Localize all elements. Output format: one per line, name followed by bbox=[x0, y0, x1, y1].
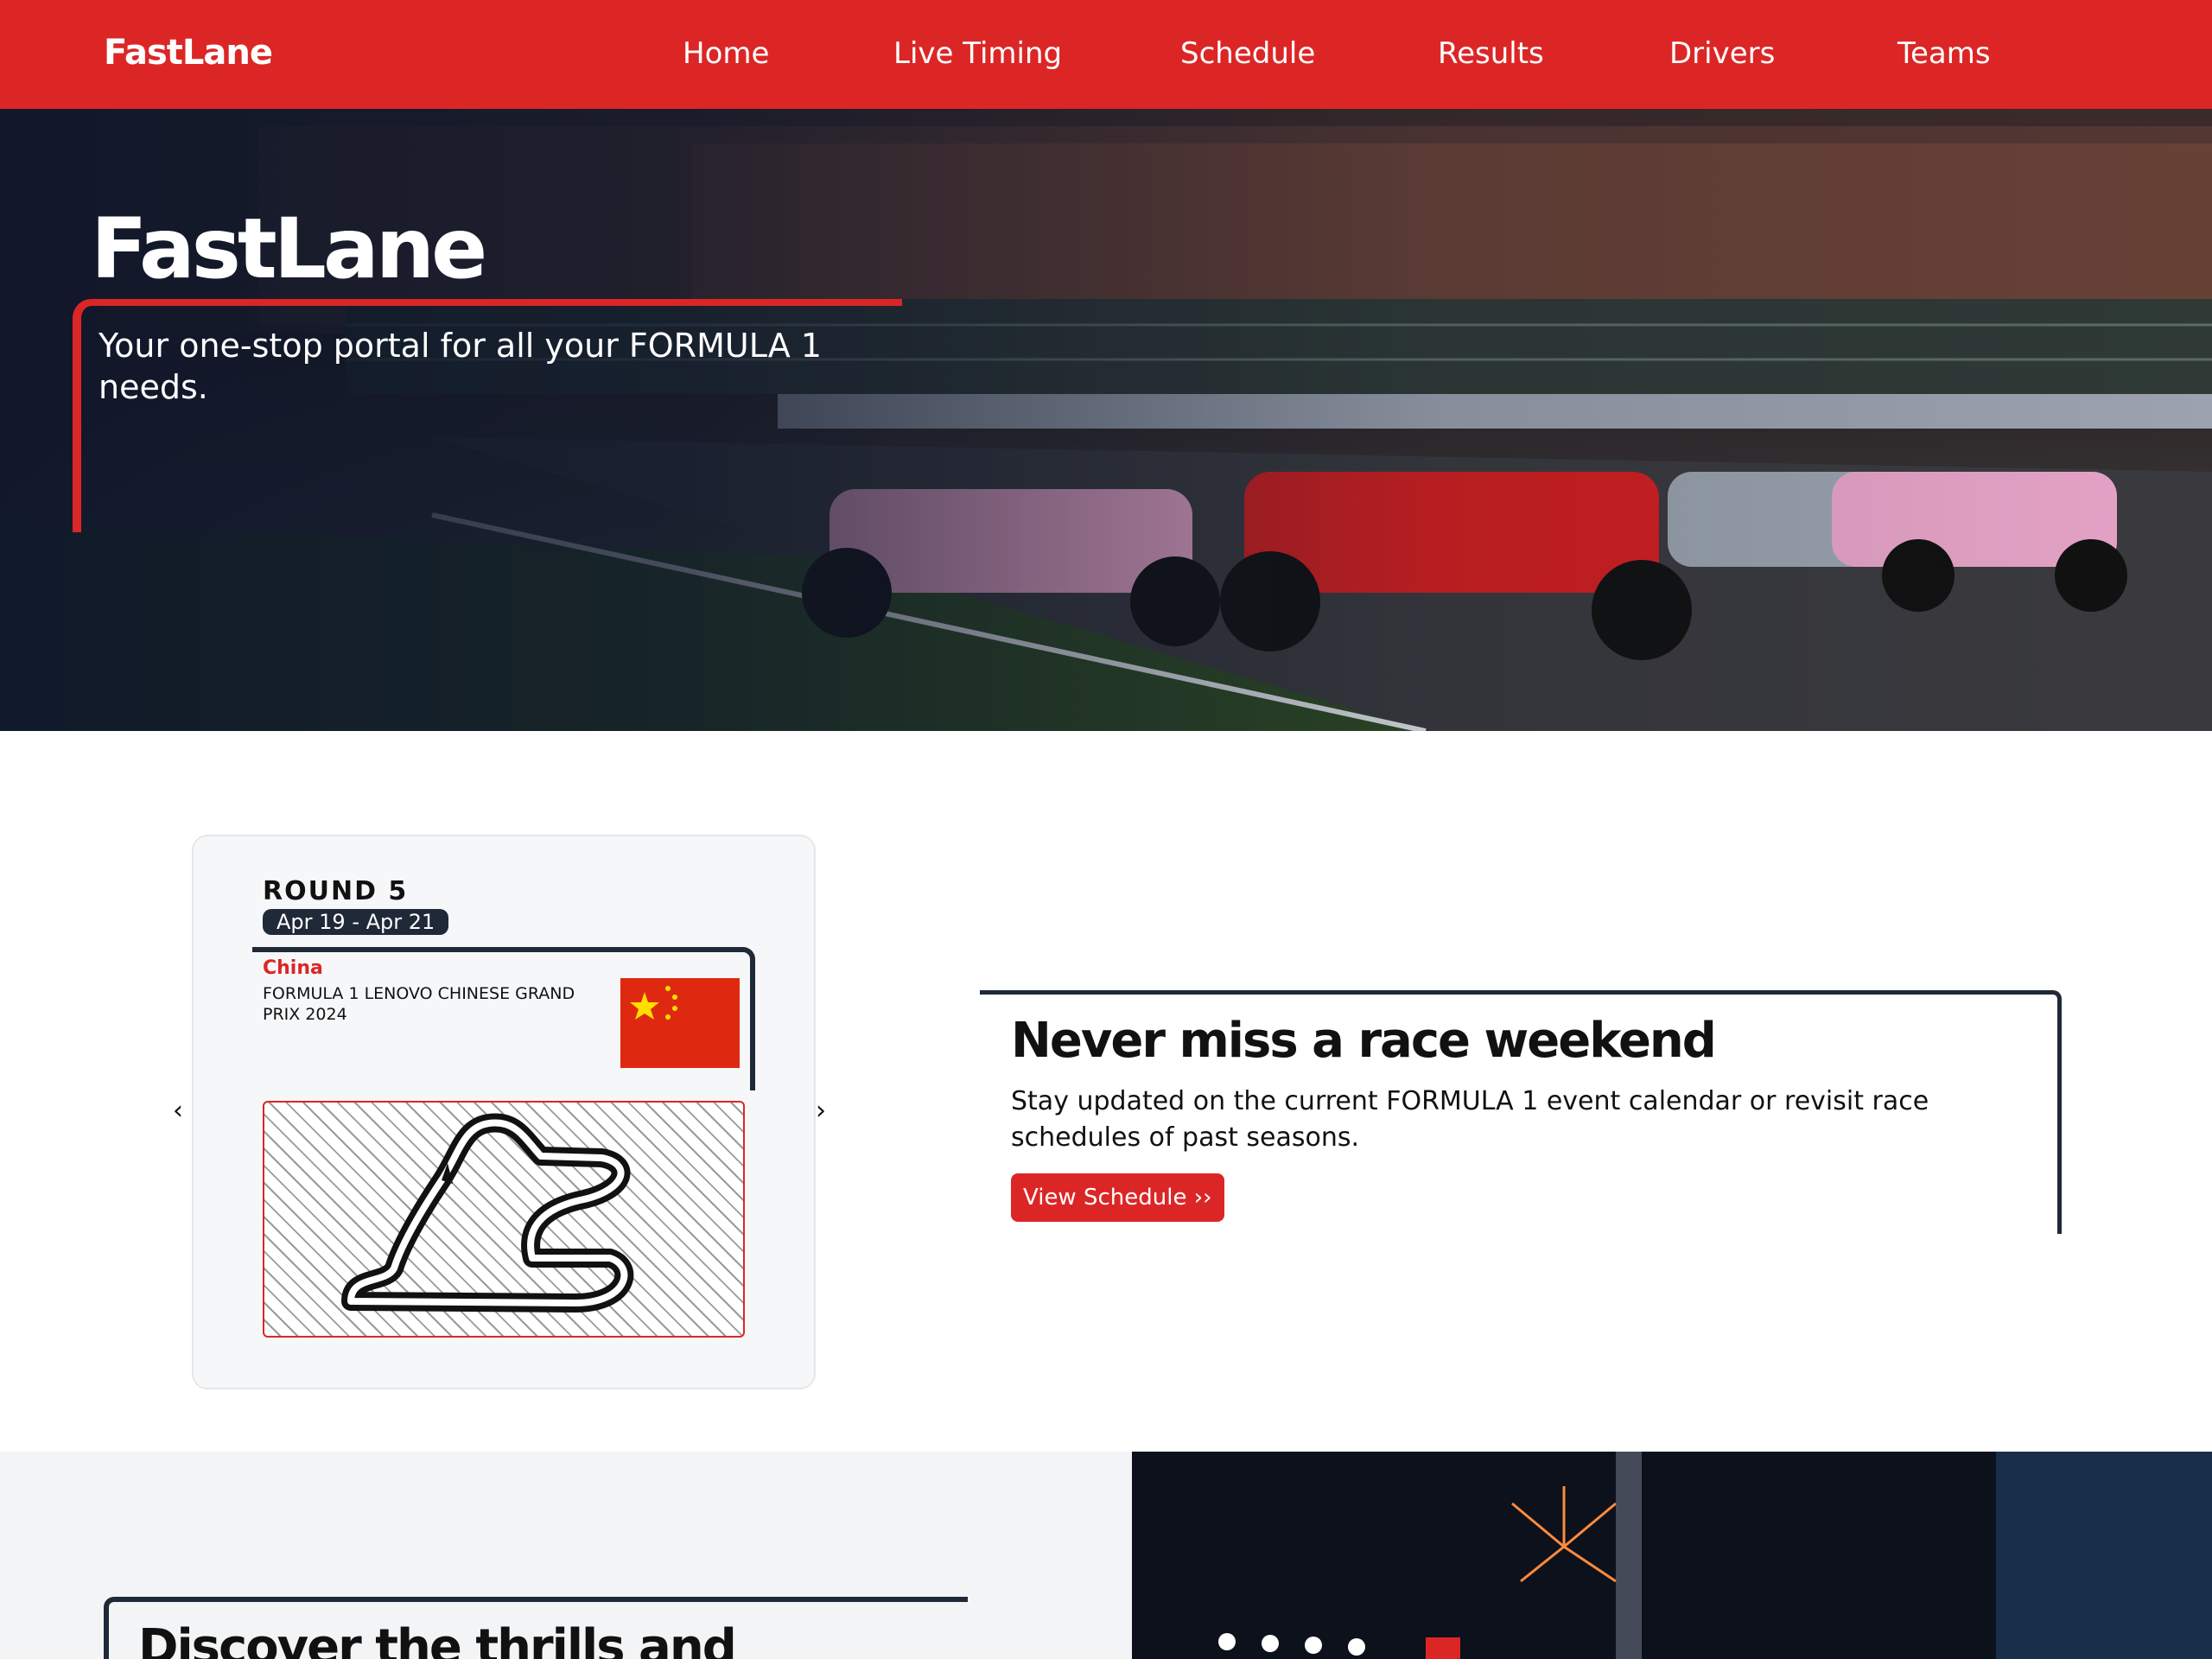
hero-title: FastLane bbox=[91, 200, 487, 297]
schedule-heading: Never miss a race weekend bbox=[1011, 1013, 1717, 1069]
carousel-next-arrow[interactable]: › bbox=[816, 1096, 826, 1126]
date-badge: Apr 19 - Apr 21 bbox=[263, 909, 449, 935]
circuit-map bbox=[263, 1101, 745, 1338]
schedule-description: Stay updated on the current FORMULA 1 ev… bbox=[1011, 1086, 1929, 1153]
nav-schedule[interactable]: Schedule bbox=[1180, 36, 1315, 71]
nav-live-timing[interactable]: Live Timing bbox=[893, 36, 1062, 71]
round-label: ROUND 5 bbox=[263, 876, 409, 906]
brand-logo[interactable]: FastLane bbox=[104, 33, 273, 73]
nav-drivers[interactable]: Drivers bbox=[1669, 36, 1775, 71]
celebration-photo bbox=[1132, 1452, 2212, 1659]
view-schedule-button[interactable]: View Schedule ›› bbox=[1011, 1173, 1224, 1222]
carousel-prev-arrow[interactable]: ‹ bbox=[173, 1096, 183, 1126]
navbar: FastLane Home Live Timing Schedule Resul… bbox=[0, 0, 2212, 109]
race-country: China bbox=[263, 957, 323, 979]
discover-heading: Discover the thrills and bbox=[138, 1619, 737, 1659]
nav-results[interactable]: Results bbox=[1438, 36, 1544, 71]
hero-tagline: Your one-stop portal for all your FORMUL… bbox=[99, 327, 822, 406]
nav-teams[interactable]: Teams bbox=[1897, 36, 1991, 71]
china-flag-icon bbox=[620, 978, 740, 1068]
race-name: FORMULA 1 LENOVO CHINESE GRAND PRIX 2024 bbox=[263, 984, 575, 1024]
nav-home[interactable]: Home bbox=[683, 36, 769, 71]
